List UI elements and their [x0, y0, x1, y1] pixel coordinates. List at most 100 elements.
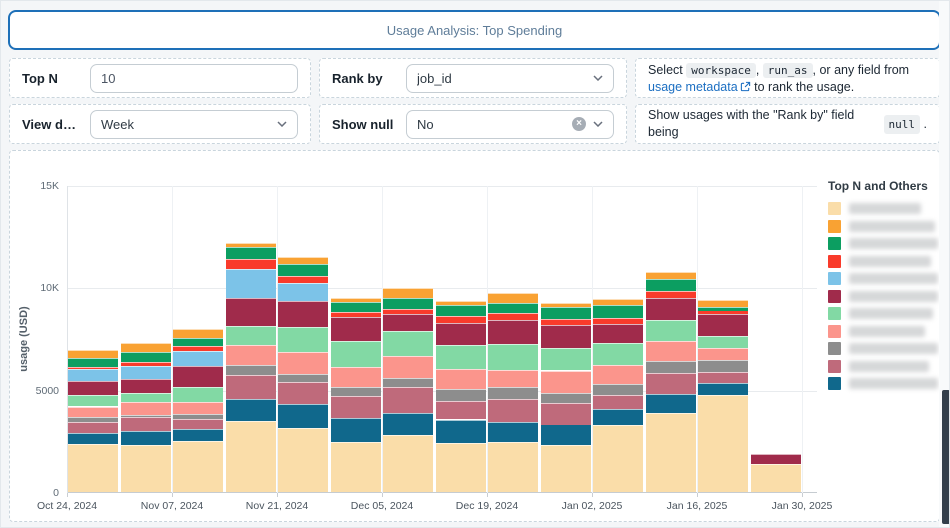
bar-segment[interactable] — [488, 302, 538, 313]
bar-segment[interactable] — [173, 441, 223, 492]
bar-segment[interactable] — [330, 387, 381, 397]
bar-segment[interactable] — [698, 359, 748, 373]
bar-segment[interactable] — [173, 419, 223, 430]
bar-segment[interactable] — [330, 297, 381, 302]
bar-segment[interactable] — [225, 399, 276, 422]
bar-segment[interactable] — [330, 311, 381, 317]
bar-segment[interactable] — [225, 374, 276, 400]
bar-segment[interactable] — [330, 417, 381, 443]
bar-segment[interactable] — [225, 269, 276, 298]
bar-segment[interactable] — [173, 351, 223, 367]
bar-segment[interactable] — [435, 400, 486, 420]
bar-segment[interactable] — [68, 395, 118, 407]
bar-segment[interactable] — [593, 318, 643, 325]
bar-segment[interactable] — [750, 454, 801, 465]
legend-item[interactable] — [828, 254, 938, 268]
bar-segment[interactable] — [225, 345, 276, 366]
bar-segment[interactable] — [68, 406, 118, 417]
bar-segment[interactable] — [698, 314, 748, 336]
bar-segment[interactable] — [645, 412, 696, 492]
bar-segment[interactable] — [278, 351, 328, 374]
legend-item[interactable] — [828, 237, 938, 250]
bar-segment[interactable] — [593, 394, 643, 410]
bar-segment[interactable] — [750, 464, 801, 492]
bar-segment[interactable] — [593, 425, 643, 492]
legend-item[interactable] — [828, 307, 938, 320]
stacked-bar[interactable] — [173, 329, 223, 492]
bar-segment[interactable] — [540, 306, 591, 320]
bar-segment[interactable] — [120, 362, 171, 367]
bar-segment[interactable] — [173, 366, 223, 387]
bar-segment[interactable] — [698, 300, 748, 308]
bar-segment[interactable] — [435, 419, 486, 444]
bar-segment[interactable] — [435, 301, 486, 305]
bar-segment[interactable] — [68, 422, 118, 433]
bar-segment[interactable] — [383, 412, 433, 435]
bar-segment[interactable] — [278, 283, 328, 302]
bar-segment[interactable] — [540, 324, 591, 349]
bar-segment[interactable] — [645, 298, 696, 321]
bar-segment[interactable] — [540, 393, 591, 403]
bar-segment[interactable] — [225, 246, 276, 259]
top-n-input[interactable] — [90, 63, 298, 93]
bar-segment[interactable] — [278, 326, 328, 352]
bar-segment[interactable] — [488, 320, 538, 344]
bar-segment[interactable] — [225, 421, 276, 492]
bar-segment[interactable] — [383, 297, 433, 309]
bar-segment[interactable] — [488, 442, 538, 492]
bar-segment[interactable] — [645, 278, 696, 291]
bar-segment[interactable] — [120, 366, 171, 380]
bar-segment[interactable] — [278, 275, 328, 284]
bar-segment[interactable] — [120, 379, 171, 393]
bar-segment[interactable] — [173, 413, 223, 419]
bar-segment[interactable] — [645, 271, 696, 279]
bar-segment[interactable] — [488, 398, 538, 422]
rank-by-select[interactable]: job_id — [406, 63, 614, 93]
bar-segment[interactable] — [593, 324, 643, 343]
bar-segment[interactable] — [383, 356, 433, 379]
legend-item[interactable] — [828, 377, 938, 390]
bar-segment[interactable] — [278, 373, 328, 383]
bar-segment[interactable] — [645, 340, 696, 361]
bar-segment[interactable] — [645, 372, 696, 395]
stacked-bar[interactable] — [593, 298, 643, 492]
stacked-bar[interactable] — [698, 300, 748, 492]
bar-segment[interactable] — [225, 242, 276, 247]
bar-segment[interactable] — [68, 367, 118, 370]
bar-segment[interactable] — [120, 430, 171, 446]
bar-segment[interactable] — [698, 383, 748, 395]
bar-segment[interactable] — [68, 358, 118, 368]
bar-segment[interactable] — [225, 259, 276, 270]
bar-segment[interactable] — [278, 257, 328, 264]
bar-segment[interactable] — [488, 312, 538, 321]
bar-segment[interactable] — [68, 416, 118, 423]
bar-segment[interactable] — [593, 304, 643, 318]
stacked-bar[interactable] — [68, 350, 118, 492]
stacked-bar[interactable] — [225, 242, 276, 492]
bar-segment[interactable] — [120, 416, 171, 431]
bar-segment[interactable] — [435, 368, 486, 390]
bar-segment[interactable] — [698, 347, 748, 360]
stacked-bar[interactable] — [120, 343, 171, 492]
bar-segment[interactable] — [488, 387, 538, 399]
bar-segment[interactable] — [593, 365, 643, 384]
bar-segment[interactable] — [540, 370, 591, 394]
stacked-bar[interactable] — [540, 302, 591, 492]
bar-segment[interactable] — [173, 346, 223, 352]
bar-segment[interactable] — [278, 263, 328, 276]
bar-segment[interactable] — [593, 409, 643, 426]
bar-segment[interactable] — [540, 348, 591, 371]
bar-segment[interactable] — [435, 304, 486, 317]
show-null-select[interactable]: No × — [406, 109, 614, 139]
bar-segment[interactable] — [698, 310, 748, 315]
bar-segment[interactable] — [645, 360, 696, 373]
legend-item[interactable] — [828, 289, 938, 303]
bar-segment[interactable] — [488, 369, 538, 388]
stacked-bar[interactable] — [435, 301, 486, 492]
bar-segment[interactable] — [540, 445, 591, 492]
bar-segment[interactable] — [540, 402, 591, 425]
bar-segment[interactable] — [383, 387, 433, 413]
bar-segment[interactable] — [488, 421, 538, 443]
bar-segment[interactable] — [435, 322, 486, 346]
bar-segment[interactable] — [120, 445, 171, 492]
